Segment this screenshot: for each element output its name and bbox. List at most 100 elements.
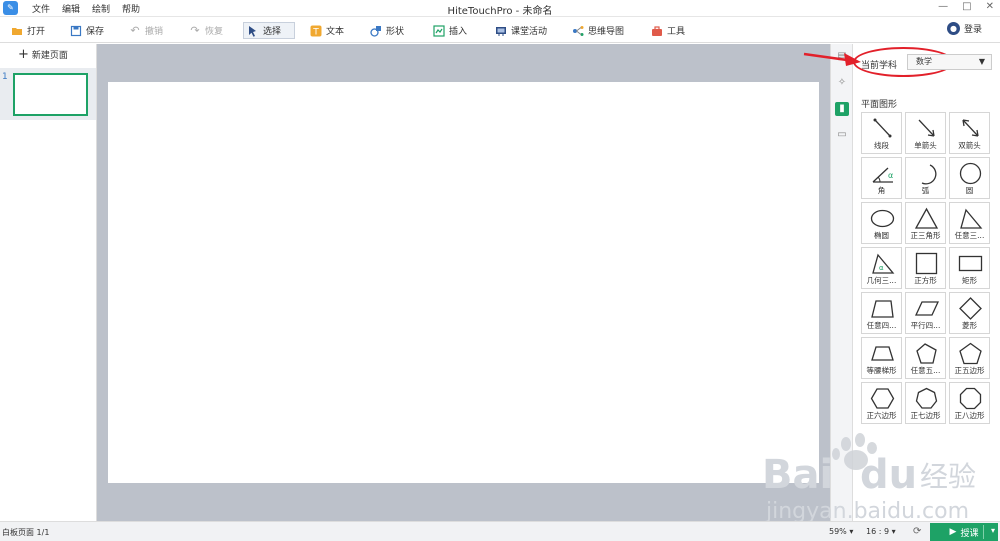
shape-hexagon[interactable]: 正六边形 xyxy=(861,382,902,424)
board-icon xyxy=(495,25,507,37)
shape-right-triangle[interactable]: 任意三... xyxy=(949,202,990,244)
irregular-pentagon-icon xyxy=(916,343,937,364)
shape-label: 正五边形 xyxy=(954,366,985,375)
quadrilateral-icon xyxy=(871,300,894,318)
shape-arc[interactable]: 弧 xyxy=(905,157,946,199)
shape-equilateral-triangle[interactable]: 正三角形 xyxy=(905,202,946,244)
shape-quadrilateral[interactable]: 任意四... xyxy=(861,292,902,334)
app-logo-icon: ✎ xyxy=(3,1,18,15)
play-icon: ▶ xyxy=(949,527,957,537)
text-tool-button[interactable]: T 文本 xyxy=(307,22,347,39)
new-page-button[interactable]: + 新建页面 xyxy=(18,46,68,62)
angle-icon: α xyxy=(872,167,893,183)
ellipse-icon xyxy=(870,209,895,228)
tools-button[interactable]: 工具 xyxy=(648,22,688,39)
chevron-down-icon: ▼ xyxy=(978,57,985,66)
single-arrow-icon xyxy=(918,119,935,137)
shape-label: 圆 xyxy=(965,186,974,195)
shape-rhombus[interactable]: 菱形 xyxy=(949,292,990,334)
subject-select[interactable]: 数学 ▼ xyxy=(907,54,992,70)
shape-label: 弧 xyxy=(921,186,930,195)
close-icon[interactable]: ✕ xyxy=(986,1,994,12)
trapezoid-icon xyxy=(871,346,894,361)
classroom-activity-button[interactable]: 课堂活动 xyxy=(492,22,550,39)
shape-octagon[interactable]: 正八边形 xyxy=(949,382,990,424)
activity-label: 课堂活动 xyxy=(511,27,548,37)
shape-trapezoid[interactable]: 等腰梯形 xyxy=(861,337,902,379)
page-list-panel: + 新建页面 1 xyxy=(0,44,97,521)
heptagon-icon xyxy=(915,387,938,409)
subject-tools-tab-icon[interactable]: ▮ xyxy=(835,102,849,116)
shape-angle[interactable]: α 角 xyxy=(861,157,902,199)
chevron-down-icon: ▾ xyxy=(849,527,854,536)
shape-label: 形状 xyxy=(386,27,405,37)
shape-heptagon[interactable]: 正七边形 xyxy=(905,382,946,424)
save-icon xyxy=(70,25,82,37)
undo-button[interactable]: ↶ 撤销 xyxy=(126,22,166,39)
menu-help[interactable]: 帮助 xyxy=(122,2,140,15)
shape-double-arrow[interactable]: 双箭头 xyxy=(949,112,990,154)
shape-label: 正方形 xyxy=(914,276,937,285)
subject-value: 数学 xyxy=(916,57,932,66)
insert-image-icon xyxy=(433,24,445,37)
shape-geometric-triangle[interactable]: α 几何三... xyxy=(861,247,902,289)
menu-edit[interactable]: 编辑 xyxy=(62,2,80,15)
whiteboard-canvas[interactable] xyxy=(108,82,819,483)
resource-tab-icon[interactable]: ▭ xyxy=(835,128,849,142)
open-label: 打开 xyxy=(27,27,46,37)
shape-rectangle[interactable]: 矩形 xyxy=(949,247,990,289)
shape-square[interactable]: 正方形 xyxy=(905,247,946,289)
shape-pentagon[interactable]: 正五边形 xyxy=(949,337,990,379)
double-arrow-icon xyxy=(962,119,979,137)
toolbox-icon xyxy=(651,25,663,37)
pentagon-icon xyxy=(959,342,982,365)
shape-label: 菱形 xyxy=(962,321,977,330)
shape-ellipse[interactable]: 椭圆 xyxy=(861,202,902,244)
sync-icon[interactable]: ⟳ xyxy=(913,526,921,537)
start-class-label: 授课 xyxy=(960,528,979,539)
zoom-select[interactable]: 59% ▾ xyxy=(829,527,853,536)
shape-label: 椭圆 xyxy=(874,231,889,240)
maximize-icon[interactable]: □ xyxy=(962,1,971,12)
shape-irregular-pentagon[interactable]: 任意五... xyxy=(905,337,946,379)
minimize-icon[interactable]: — xyxy=(938,1,948,12)
save-button[interactable]: 保存 xyxy=(67,22,107,39)
menu-file[interactable]: 文件 xyxy=(32,2,50,15)
mindmap-icon xyxy=(572,25,584,37)
shape-line-segment[interactable]: 线段 xyxy=(861,112,902,154)
ratio-select[interactable]: 16 : 9 ▾ xyxy=(866,527,896,536)
shape-tool-button[interactable]: 形状 xyxy=(367,22,407,39)
circle-icon xyxy=(959,162,982,185)
shape-label: 平行四... xyxy=(910,321,941,330)
menu-draw[interactable]: 绘制 xyxy=(92,2,110,15)
shape-parallelogram[interactable]: 平行四... xyxy=(905,292,946,334)
mindmap-button[interactable]: 思维导图 xyxy=(569,22,627,39)
open-button[interactable]: 打开 xyxy=(8,22,48,39)
login-button[interactable]: ● 登录 xyxy=(946,22,982,35)
subject-label: 当前学科 xyxy=(861,61,898,71)
page-thumbnail[interactable] xyxy=(13,73,88,116)
shape-label: 矩形 xyxy=(962,276,977,285)
shape-label: 任意三... xyxy=(954,231,985,240)
redo-button[interactable]: ↷ 恢复 xyxy=(186,22,226,39)
shape-single-arrow[interactable]: 单箭头 xyxy=(905,112,946,154)
shape-label: 正七边形 xyxy=(910,411,941,420)
text-icon: T xyxy=(310,25,322,37)
insert-button[interactable]: 插入 xyxy=(430,22,470,39)
new-page-label: 新建页面 xyxy=(31,51,68,61)
status-bar: 白板页面 1/1 59% ▾ 16 : 9 ▾ ⟳ ▶ 授课 ▾ xyxy=(0,521,1000,541)
select-tool-button[interactable]: 选择 xyxy=(243,22,295,39)
redo-icon: ↷ xyxy=(190,23,200,37)
document-tab-icon[interactable]: ▤ xyxy=(835,50,849,64)
insert-label: 插入 xyxy=(449,27,468,37)
page-list-item[interactable]: 1 xyxy=(0,68,96,120)
undo-icon: ↶ xyxy=(130,23,140,37)
side-tab-strip: ▤ ✧ ▮ ▭ xyxy=(830,44,853,521)
shape-label: 双箭头 xyxy=(958,141,981,150)
plus-icon: + xyxy=(18,46,29,62)
shape-label: 任意五... xyxy=(910,366,941,375)
start-class-button[interactable]: ▶ 授课 ▾ xyxy=(930,523,998,541)
magic-wand-tab-icon[interactable]: ✧ xyxy=(835,76,849,90)
shape-circle[interactable]: 圆 xyxy=(949,157,990,199)
chevron-down-icon[interactable]: ▾ xyxy=(991,526,995,535)
